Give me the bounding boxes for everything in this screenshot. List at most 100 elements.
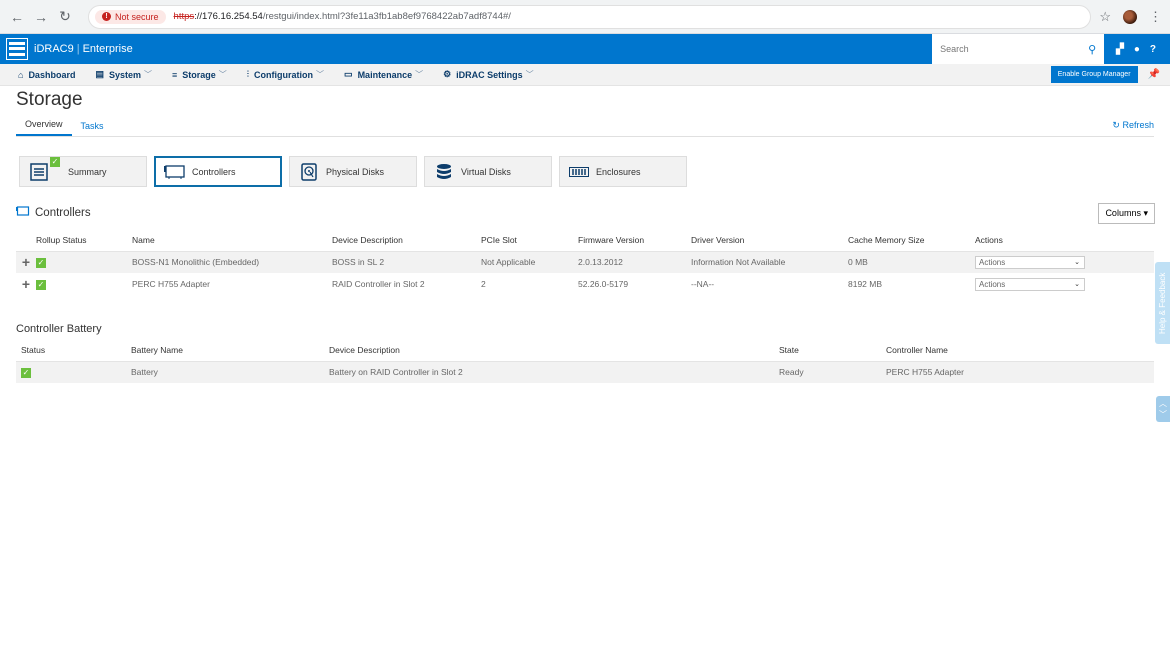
nav-label: System [108, 69, 141, 80]
column-header[interactable]: Driver Version [691, 229, 848, 252]
security-label: Not secure [115, 11, 159, 22]
table-header-row: Status Battery Name Device Description S… [16, 339, 1154, 362]
forward-arrow-icon[interactable]: → [32, 9, 50, 25]
pcie-slot: 2 [481, 279, 486, 289]
tab-overview[interactable]: Overview [16, 119, 72, 136]
enclosure-icon [568, 164, 590, 180]
column-header[interactable]: Controller Name [886, 339, 1154, 362]
star-bookmark-icon[interactable]: ☆ [1099, 9, 1111, 25]
address-bar[interactable]: ! Not secure https://176.16.254.54/restg… [88, 4, 1092, 29]
ok-status-icon: ✓ [36, 279, 46, 290]
chevron-down-icon: ﹀ [144, 70, 152, 79]
product-title: iDRAC9 | Enterprise [34, 43, 133, 55]
column-header[interactable]: PCIe Slot [481, 229, 578, 252]
nav-system[interactable]: ▤ System ﹀ [95, 69, 152, 80]
nav-configuration[interactable]: ⫶ Configuration ﹀ [247, 69, 324, 80]
nav-maintenance[interactable]: ▭ Maintenance ﹀ [344, 69, 423, 80]
chevron-up-icon[interactable]: ︿ [1159, 398, 1167, 409]
actions-dropdown[interactable]: Actions ⌄ [975, 255, 1085, 269]
idrac-logo-icon [6, 38, 28, 60]
database-icon: ≡ [172, 69, 178, 80]
chevron-down-icon[interactable]: ﹀ [1159, 409, 1167, 420]
nav-label: Storage [182, 69, 216, 80]
search-placeholder: Search [940, 44, 969, 54]
actions-value: Actions [979, 279, 1006, 289]
column-header[interactable]: Device Description [332, 229, 481, 252]
summary-icon [28, 162, 50, 181]
actions-cell: Actions ⌄ [975, 273, 1154, 295]
enable-group-manager-button[interactable]: Enable Group Manager [1050, 66, 1138, 83]
driver-version: --NA-- [691, 279, 715, 289]
tile-controllers[interactable]: Controllers [154, 156, 282, 187]
product-name: iDRAC9 [34, 43, 74, 55]
user-icon[interactable]: ● [1134, 44, 1140, 55]
tile-physical-disks[interactable]: Physical Disks [289, 156, 417, 187]
cache-memory-size: 0 MB [848, 251, 975, 273]
profile-avatar[interactable] [1123, 9, 1137, 24]
reload-icon[interactable]: ↻ [56, 8, 74, 25]
firmware-version: 2.0.13.2012 [578, 251, 691, 273]
tile-label: Enclosures [596, 166, 641, 177]
chevron-down-icon: ⌄ [1074, 281, 1080, 288]
url-text[interactable]: https://176.16.254.54/restgui/index.html… [174, 11, 511, 22]
tile-virtual-disks[interactable]: Virtual Disks [424, 156, 552, 187]
nav-label: Dashboard [28, 69, 76, 80]
actions-dropdown[interactable]: Actions ⌄ [975, 277, 1085, 291]
license-icon[interactable]: ▞ [1116, 44, 1124, 55]
cache-memory-size: 8192 MB [848, 279, 883, 289]
controllers-table: Rollup Status Name Device Description PC… [16, 229, 1154, 295]
chevron-down-icon: ﹀ [316, 70, 325, 79]
chevron-down-icon: ﹀ [415, 70, 424, 79]
battery-controller-name: PERC H755 Adapter [886, 361, 1154, 383]
hard-disk-icon [298, 162, 320, 181]
expand-column-header [16, 229, 36, 252]
column-header[interactable]: Battery Name [131, 339, 329, 362]
scroll-top-bottom-widget[interactable]: ︿ ﹀ [1156, 396, 1170, 422]
refresh-icon: ↻ [1112, 120, 1120, 130]
column-header[interactable]: Firmware Version [578, 229, 691, 252]
refresh-button[interactable]: ↻ Refresh [1112, 120, 1154, 136]
battery-table: Status Battery Name Device Description S… [16, 339, 1154, 383]
nav-dashboard[interactable]: ⌂ Dashboard [18, 70, 75, 80]
controller-name: BOSS-N1 Monolithic (Embedded) [132, 251, 332, 273]
firmware-version: 52.26.0-5179 [578, 279, 629, 289]
nav-storage[interactable]: ≡ Storage ﹀ [172, 69, 227, 80]
column-header[interactable]: Cache Memory Size [848, 229, 975, 252]
search-input[interactable]: Search ⚲ [932, 34, 1105, 64]
help-feedback-label: Help & Feedback [1158, 272, 1167, 334]
chevron-down-icon: ﹀ [525, 70, 534, 79]
tab-tasks[interactable]: Tasks [72, 121, 113, 136]
check-icon: ✓ [50, 157, 60, 167]
expand-row-button[interactable]: + [16, 251, 36, 273]
pin-icon[interactable]: 📌 [1148, 69, 1160, 80]
column-header[interactable]: State [779, 339, 886, 362]
chevron-down-icon: ﹀ [218, 70, 227, 79]
more-menu-icon[interactable]: ⋮ [1149, 9, 1162, 25]
battery-status-cell: ✓ [16, 361, 131, 383]
controllers-section-header: Controllers Columns ▾ [16, 201, 1170, 224]
column-header[interactable]: Name [132, 229, 332, 252]
tile-enclosures[interactable]: Enclosures [559, 156, 687, 187]
tile-label: Controllers [192, 166, 236, 177]
columns-button[interactable]: Columns ▾ [1098, 203, 1155, 224]
tile-summary[interactable]: ✓ Summary [19, 156, 147, 187]
columns-label: Columns [1105, 208, 1141, 218]
tile-label: Summary [68, 166, 107, 177]
search-icon[interactable]: ⚲ [1088, 43, 1096, 56]
controllers-title: Controllers [35, 206, 91, 219]
page-tabs: Overview Tasks ↻ Refresh [16, 119, 1154, 137]
ok-status-icon: ✓ [21, 367, 31, 378]
security-chip[interactable]: ! Not secure [95, 9, 166, 24]
column-header[interactable]: Device Description [329, 339, 779, 362]
column-header[interactable]: Rollup Status [36, 229, 132, 252]
expand-row-button[interactable]: + [16, 273, 36, 295]
caret-down-icon: ▾ [1143, 208, 1148, 218]
help-icon[interactable]: ? [1150, 44, 1156, 55]
column-header[interactable]: Status [16, 339, 131, 362]
battery-description: Battery on RAID Controller in Slot 2 [329, 361, 779, 383]
table-row: + ✓ PERC H755 Adapter RAID Controller in… [16, 273, 1154, 295]
monitor-icon: ▭ [344, 69, 353, 79]
back-arrow-icon[interactable]: ← [8, 9, 26, 25]
nav-idrac-settings[interactable]: ⚙ iDRAC Settings ﹀ [443, 69, 534, 80]
help-feedback-tab[interactable]: Help & Feedback [1155, 262, 1170, 344]
